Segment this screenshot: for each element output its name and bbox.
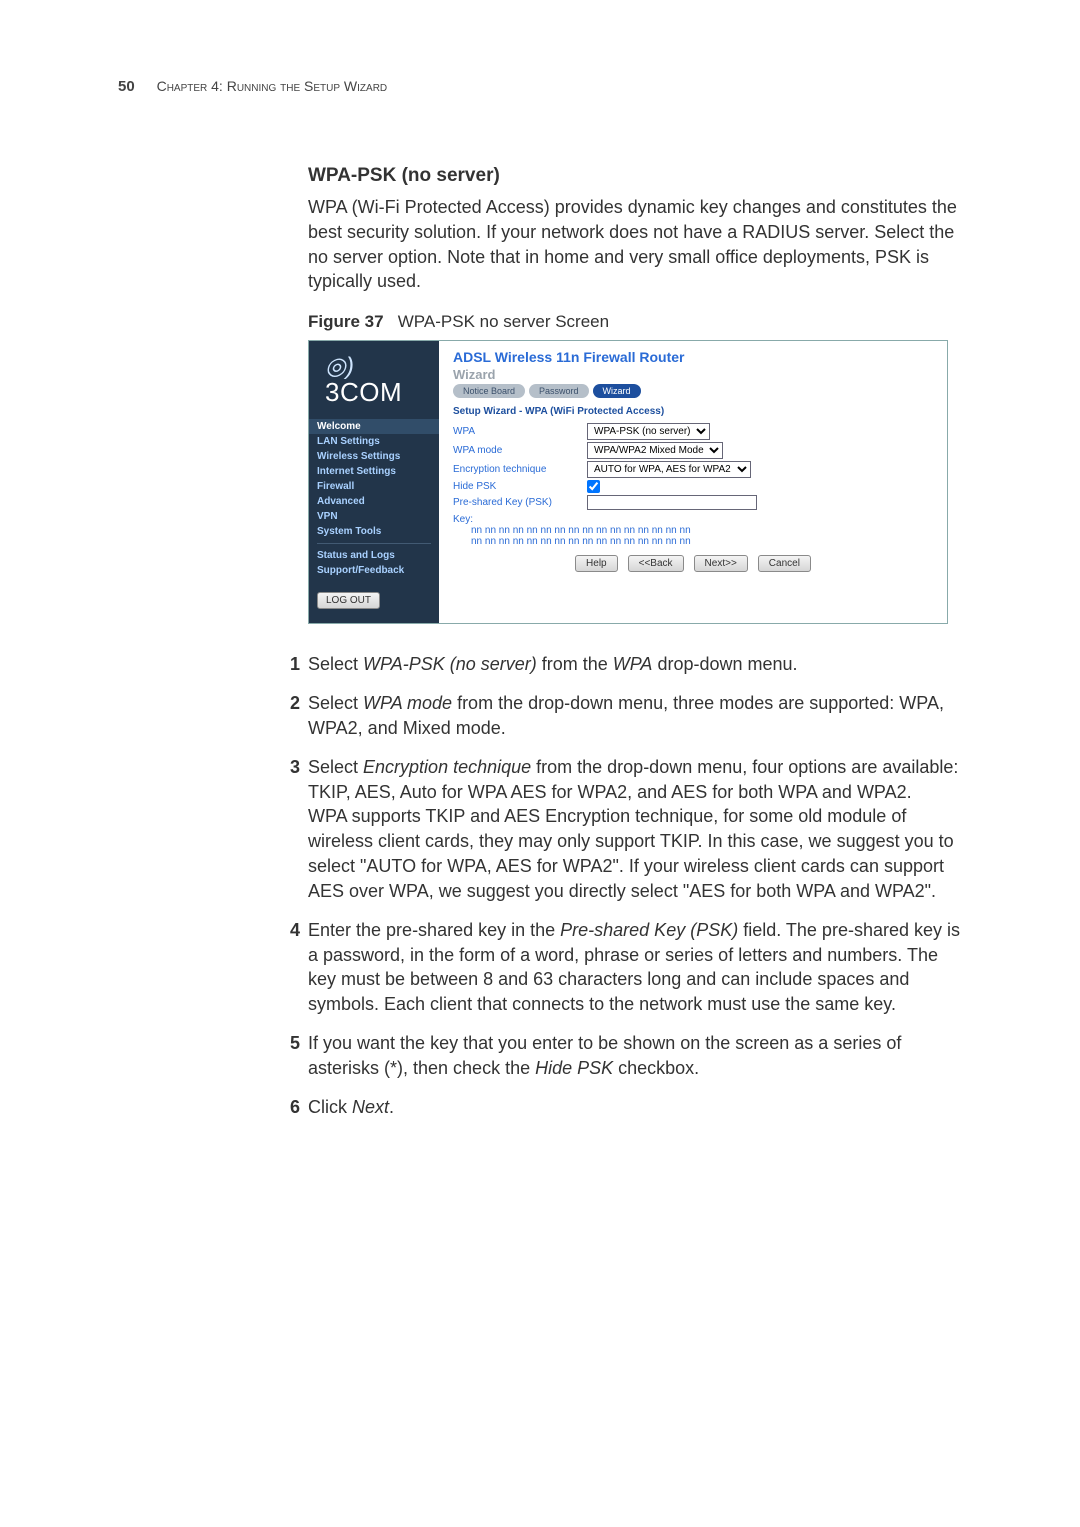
panel-title: Setup Wizard - WPA (WiFi Protected Acces… bbox=[439, 404, 947, 421]
tab-bar: Notice Board Password Wizard bbox=[439, 384, 947, 404]
running-header: 50 Chapter 4: Running the Setup Wizard bbox=[118, 78, 962, 95]
page-number: 50 bbox=[118, 78, 135, 95]
wpa-select[interactable]: WPA-PSK (no server) bbox=[587, 423, 710, 440]
step-6: 6 Click Next. bbox=[308, 1095, 968, 1120]
intro-paragraph: WPA (Wi-Fi Protected Access) provides dy… bbox=[308, 195, 968, 294]
hide-psk-label: Hide PSK bbox=[453, 481, 573, 492]
step-3: 3 Select Encryption technique from the d… bbox=[308, 755, 968, 904]
step-number: 6 bbox=[280, 1095, 300, 1120]
product-title: ADSL Wireless 11n Firewall Router bbox=[439, 341, 947, 367]
logout-button[interactable]: LOG OUT bbox=[317, 592, 380, 609]
nav-welcome[interactable]: Welcome bbox=[309, 419, 439, 434]
section-title: WPA-PSK (no server) bbox=[308, 165, 968, 187]
nav-status-logs[interactable]: Status and Logs bbox=[317, 548, 431, 563]
wpa-label: WPA bbox=[453, 426, 573, 437]
wizard-breadcrumb: Wizard bbox=[439, 367, 947, 384]
step-1: 1 Select WPA-PSK (no server) from the WP… bbox=[308, 652, 968, 677]
step-4: 4 Enter the pre-shared key in the Pre-sh… bbox=[308, 918, 968, 1017]
nav-support-feedback[interactable]: Support/Feedback bbox=[317, 563, 431, 578]
nav-system-tools[interactable]: System Tools bbox=[317, 524, 431, 539]
figure-screenshot: ◎) 3COM Welcome LAN Settings Wireless Se… bbox=[308, 340, 948, 624]
step-number: 1 bbox=[280, 652, 300, 677]
figure-caption-text: WPA-PSK no server Screen bbox=[398, 312, 609, 331]
next-button[interactable]: Next>> bbox=[694, 555, 748, 572]
cancel-button[interactable]: Cancel bbox=[758, 555, 811, 572]
sidebar: ◎) 3COM Welcome LAN Settings Wireless Se… bbox=[309, 341, 439, 623]
help-button[interactable]: Help bbox=[575, 555, 618, 572]
key-label: Key: bbox=[453, 514, 473, 525]
key-mask: nn nn nn nn nn nn nn nn nn nn nn nn nn n… bbox=[453, 525, 691, 547]
nav-internet-settings[interactable]: Internet Settings bbox=[317, 464, 431, 479]
hide-psk-checkbox[interactable] bbox=[587, 480, 600, 493]
nav-vpn[interactable]: VPN bbox=[317, 509, 431, 524]
chapter-title: Chapter 4: Running the Setup Wizard bbox=[157, 78, 388, 94]
encryption-select[interactable]: AUTO for WPA, AES for WPA2 bbox=[587, 461, 751, 478]
figure-label: Figure 37 bbox=[308, 312, 384, 331]
nav-separator bbox=[317, 543, 431, 544]
step-2: 2 Select WPA mode from the drop-down men… bbox=[308, 691, 968, 741]
nav-advanced[interactable]: Advanced bbox=[317, 494, 431, 509]
brand-block: ◎) 3COM bbox=[317, 349, 431, 419]
psk-input[interactable] bbox=[587, 495, 757, 510]
step-5: 5 If you want the key that you enter to … bbox=[308, 1031, 968, 1081]
tab-notice-board[interactable]: Notice Board bbox=[453, 384, 525, 398]
button-bar: Help <<Back Next>> Cancel bbox=[453, 547, 933, 578]
step-number: 2 bbox=[280, 691, 300, 716]
nav-firewall[interactable]: Firewall bbox=[317, 479, 431, 494]
step-number: 4 bbox=[280, 918, 300, 943]
steps-list: 1 Select WPA-PSK (no server) from the WP… bbox=[308, 652, 968, 1119]
figure-caption: Figure 37 WPA-PSK no server Screen bbox=[308, 312, 968, 332]
tab-wizard[interactable]: Wizard bbox=[593, 384, 641, 398]
rings-icon: ◎) bbox=[325, 355, 423, 379]
psk-label: Pre-shared Key (PSK) bbox=[453, 497, 573, 508]
wpa-mode-select[interactable]: WPA/WPA2 Mixed Mode bbox=[587, 442, 723, 459]
tab-password[interactable]: Password bbox=[529, 384, 589, 398]
step-number: 5 bbox=[280, 1031, 300, 1056]
brand-name: 3COM bbox=[325, 377, 423, 408]
step-number: 3 bbox=[280, 755, 300, 780]
form-area: WPA WPA-PSK (no server) WPA mode WPA/WPA… bbox=[439, 423, 947, 586]
back-button[interactable]: <<Back bbox=[628, 555, 684, 572]
encryption-label: Encryption technique bbox=[453, 464, 573, 475]
nav-lan-settings[interactable]: LAN Settings bbox=[317, 434, 431, 449]
nav-wireless-settings[interactable]: Wireless Settings bbox=[317, 449, 431, 464]
wpa-mode-label: WPA mode bbox=[453, 445, 573, 456]
